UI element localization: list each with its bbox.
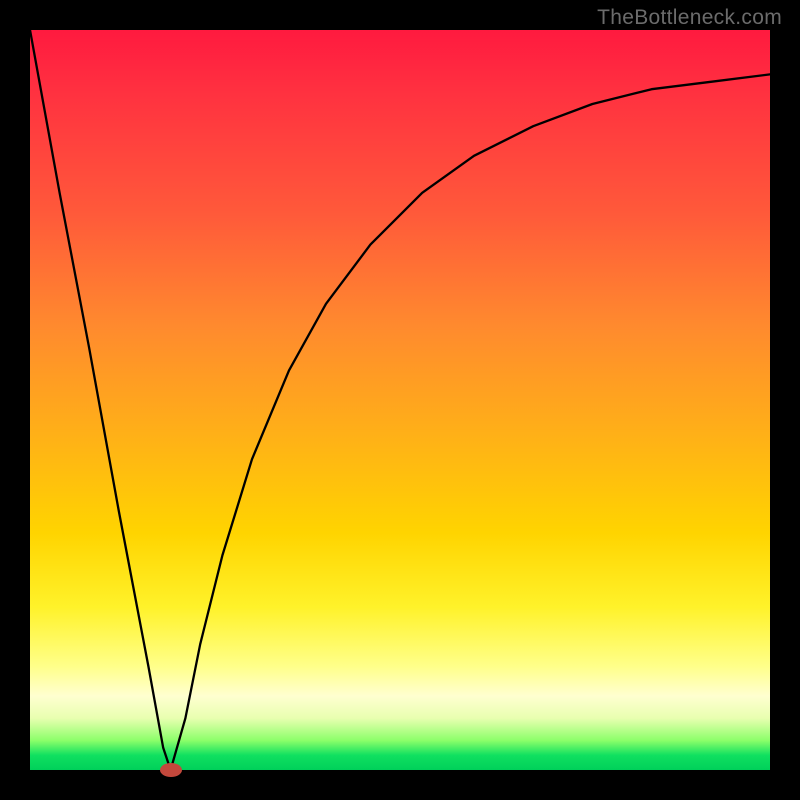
curve-svg bbox=[30, 30, 770, 770]
chart-frame: TheBottleneck.com bbox=[0, 0, 800, 800]
bottleneck-marker bbox=[160, 763, 182, 777]
plot-area bbox=[30, 30, 770, 770]
watermark-text: TheBottleneck.com bbox=[597, 6, 782, 30]
curve-left-branch bbox=[30, 30, 171, 770]
curve-right-branch bbox=[171, 74, 770, 770]
